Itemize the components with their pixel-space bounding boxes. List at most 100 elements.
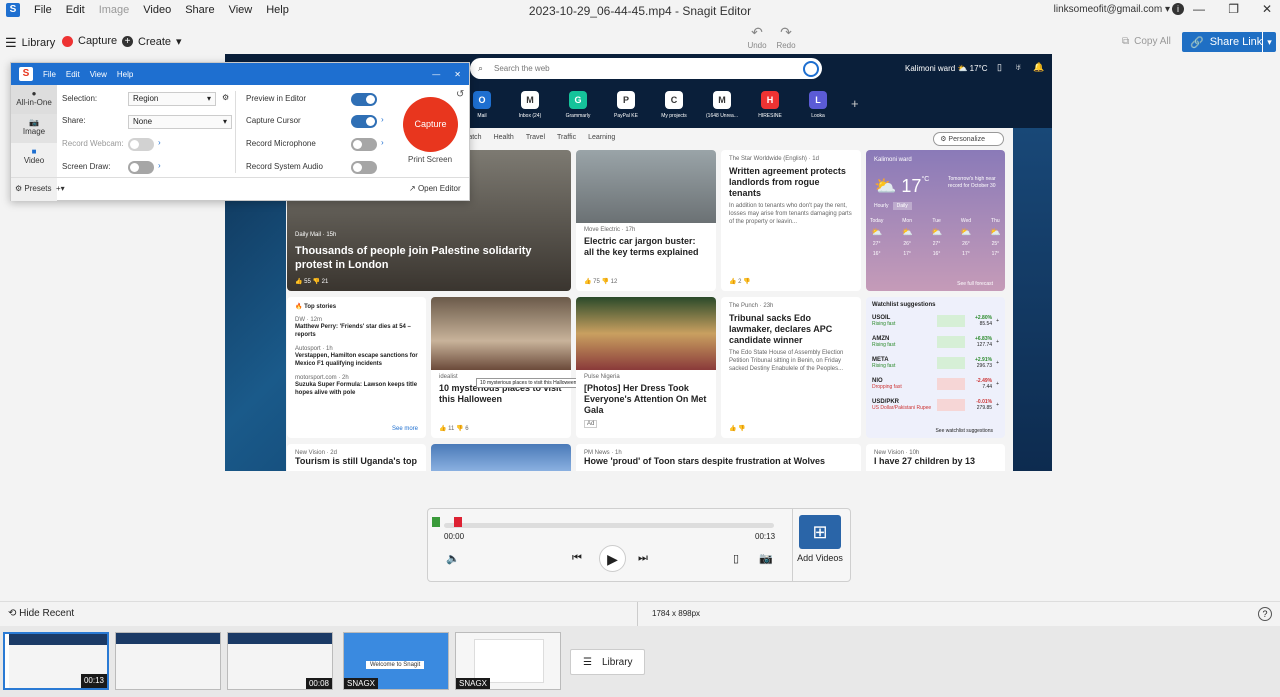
share-dropdown-icon[interactable]: ▾ xyxy=(1262,32,1276,52)
capture-button[interactable]: Capture xyxy=(62,35,117,47)
see-more-link[interactable]: See more xyxy=(392,426,418,432)
watchlist-row[interactable]: USOIL Rising fast +2.80% 85.54 + xyxy=(872,312,999,329)
undo-button[interactable]: ↶ Undo xyxy=(746,24,768,50)
system-audio-toggle[interactable] xyxy=(351,161,377,174)
tray-thumb-2[interactable] xyxy=(115,632,221,690)
watchlist-card[interactable]: Watchlist suggestions USOIL Rising fast +2… xyxy=(866,297,1005,438)
landlord-card[interactable]: The Star Worldwide (English) · 1d Writte… xyxy=(721,150,861,291)
presets-button[interactable]: ⚙ Presets +▾ xyxy=(15,184,65,193)
cursor-chevron-icon[interactable]: › xyxy=(381,115,384,124)
tray-thumb-3[interactable]: 00:08 xyxy=(227,632,333,690)
create-button[interactable]: + Create ▾ xyxy=(122,35,182,48)
panel-minimize-icon[interactable]: — xyxy=(432,70,440,79)
dress-card[interactable]: Pulse Nigeria [Photos] Her Dress Took Ev… xyxy=(576,297,716,438)
story-item[interactable]: DW · 12m Matthew Perry: 'Friends' star di… xyxy=(295,317,418,339)
menu-file[interactable]: File xyxy=(34,4,52,16)
copy-all-button[interactable]: ⧉ Copy All xyxy=(1122,36,1171,47)
bing-icon[interactable] xyxy=(803,61,819,77)
row3-image-card[interactable] xyxy=(431,444,571,471)
capture-circle-button[interactable]: Capture xyxy=(403,97,458,152)
menu-view[interactable]: View xyxy=(229,4,253,16)
camera-snapshot-icon[interactable]: 📷 xyxy=(759,552,773,565)
watchlist-row[interactable]: USD/PKR US Dollar/Pakistani Rupee -0.01% 27… xyxy=(872,396,999,413)
add-videos-button[interactable]: ⊞ xyxy=(799,515,841,549)
open-editor-button[interactable]: ↗ Open Editor xyxy=(409,184,461,193)
weather-tabs[interactable]: Hourly Daily xyxy=(874,202,912,210)
webcam-toggle[interactable] xyxy=(128,138,154,151)
row3-card-2[interactable]: PM News · 1h Howe 'proud' of Toon stars d… xyxy=(576,444,861,471)
quick-link-5[interactable]: M (1648 Unrea... xyxy=(698,91,746,119)
car-reactions[interactable]: 👍 75 👎 12 xyxy=(584,278,617,285)
menu-edit[interactable]: Edit xyxy=(66,4,85,16)
minimize-icon[interactable]: — xyxy=(1193,2,1205,16)
top-stories-card[interactable]: 🔥 Top stories DW · 12m Matthew Perry: 'Fr… xyxy=(287,297,426,438)
watchlist-row[interactable]: NIO Dropping fast -2.49% 7.44 + xyxy=(872,375,999,392)
save-frame-icon[interactable]: ▯ xyxy=(733,552,739,565)
selection-dropdown[interactable]: Region ▾ xyxy=(128,92,216,106)
prev-frame-icon[interactable]: ⏮ xyxy=(572,552,582,565)
mic-toggle[interactable] xyxy=(351,138,377,151)
nav-learning[interactable]: Learning xyxy=(588,134,615,141)
quick-link-4[interactable]: C My projects xyxy=(650,91,698,119)
selection-settings-icon[interactable]: ⚙ xyxy=(222,93,229,102)
help-icon[interactable]: ? xyxy=(1258,607,1272,621)
bell-icon[interactable]: 🔔 xyxy=(1033,62,1044,73)
row3-card-3[interactable]: New Vision · 10h I have 27 children by 13 xyxy=(866,444,1005,471)
account-email[interactable]: linksomeofit@gmail.com ▾ xyxy=(1054,4,1170,15)
watchlist-link[interactable]: See watchlist suggestions xyxy=(935,428,993,434)
quick-link-3[interactable]: P PayPal KE xyxy=(602,91,650,119)
car-card[interactable]: Move Electric · 17h Electric car jargon … xyxy=(576,150,716,291)
play-button[interactable]: ▶ xyxy=(599,545,626,572)
edo-card[interactable]: The Punch · 23h Tribunal sacks Edo lawma… xyxy=(721,297,861,438)
halloween-reactions[interactable]: 👍 11 👎 6 xyxy=(439,425,469,432)
weather-card[interactable]: Kalimoni ward ⛅ 17°C Tomorrow's high nea… xyxy=(866,150,1005,291)
capture-menu-file[interactable]: File xyxy=(43,70,56,79)
web-search-input[interactable]: Search the web xyxy=(470,58,822,79)
quick-link-6[interactable]: H HIRESINE xyxy=(746,91,794,119)
tray-thumb-1[interactable]: 00:13 xyxy=(3,632,109,690)
quick-link-2[interactable]: G Grammarly xyxy=(554,91,602,119)
tray-library-button[interactable]: ☰ Library xyxy=(570,649,645,675)
trim-end-handle[interactable] xyxy=(454,517,462,527)
panel-close-icon[interactable]: ✕ xyxy=(454,70,461,79)
weather-chip[interactable]: Kalimoni ward ⛅ 17°C xyxy=(905,64,988,73)
story-item[interactable]: Autosport · 1h Verstappen, Hamilton escap… xyxy=(295,346,418,368)
quick-link-7[interactable]: L Looka xyxy=(794,91,842,119)
menu-help[interactable]: Help xyxy=(266,4,289,16)
story-item[interactable]: motorsport.com · 2h Suzuka Super Formula:… xyxy=(295,375,418,397)
menu-share[interactable]: Share xyxy=(185,4,214,16)
capture-menu-edit[interactable]: Edit xyxy=(66,70,80,79)
volume-icon[interactable]: 🔈 xyxy=(446,552,460,565)
capture-menu-help[interactable]: Help xyxy=(117,70,133,79)
menu-video[interactable]: Video xyxy=(143,4,171,16)
mode-image[interactable]: 📷 Image xyxy=(11,114,57,143)
reset-icon[interactable]: ↺ xyxy=(456,89,464,100)
tray-thumb-5[interactable]: SNAGX xyxy=(455,632,561,690)
mode-all-in-one[interactable]: ● All-in-One xyxy=(11,85,57,114)
info-icon[interactable]: i xyxy=(1172,3,1184,15)
watchlist-row[interactable]: AMZN Rising fast +6.83% 127.74 + xyxy=(872,333,999,350)
timeline-track[interactable] xyxy=(444,523,774,528)
trim-start-handle[interactable] xyxy=(432,517,440,527)
phone-icon[interactable]: ▯ xyxy=(997,62,1002,73)
restore-icon[interactable]: ❐ xyxy=(1228,2,1239,16)
mic-chevron-icon[interactable]: › xyxy=(381,138,384,147)
preview-toggle[interactable] xyxy=(351,93,377,106)
row3-card-1[interactable]: New Vision · 2d Tourism is still Uganda's… xyxy=(287,444,426,471)
tray-thumb-4[interactable]: Welcome to Snagit SNAGX xyxy=(343,632,449,690)
full-forecast-link[interactable]: See full forecast xyxy=(957,281,993,287)
share-dropdown[interactable]: None ▾ xyxy=(128,115,232,129)
nav-travel[interactable]: Travel xyxy=(526,134,545,141)
nav-traffic[interactable]: Traffic xyxy=(557,134,576,141)
hero-reactions[interactable]: 👍 55 👎 21 xyxy=(295,278,328,285)
capture-menu-view[interactable]: View xyxy=(90,70,107,79)
rewards-icon[interactable]: ♅ xyxy=(1015,62,1022,72)
nav-health[interactable]: Health xyxy=(494,134,514,141)
next-frame-icon[interactable]: ⏭ xyxy=(638,552,648,565)
redo-button[interactable]: ↷ Redo xyxy=(775,24,797,50)
personalize-button[interactable]: ⚙ Personalize xyxy=(933,132,1004,146)
landlord-reactions[interactable]: 👍 2 👎 xyxy=(729,278,751,285)
screen-draw-toggle[interactable] xyxy=(128,161,154,174)
webcam-chevron-icon[interactable]: › xyxy=(158,138,161,147)
add-shortcut-icon[interactable]: + xyxy=(851,96,859,111)
